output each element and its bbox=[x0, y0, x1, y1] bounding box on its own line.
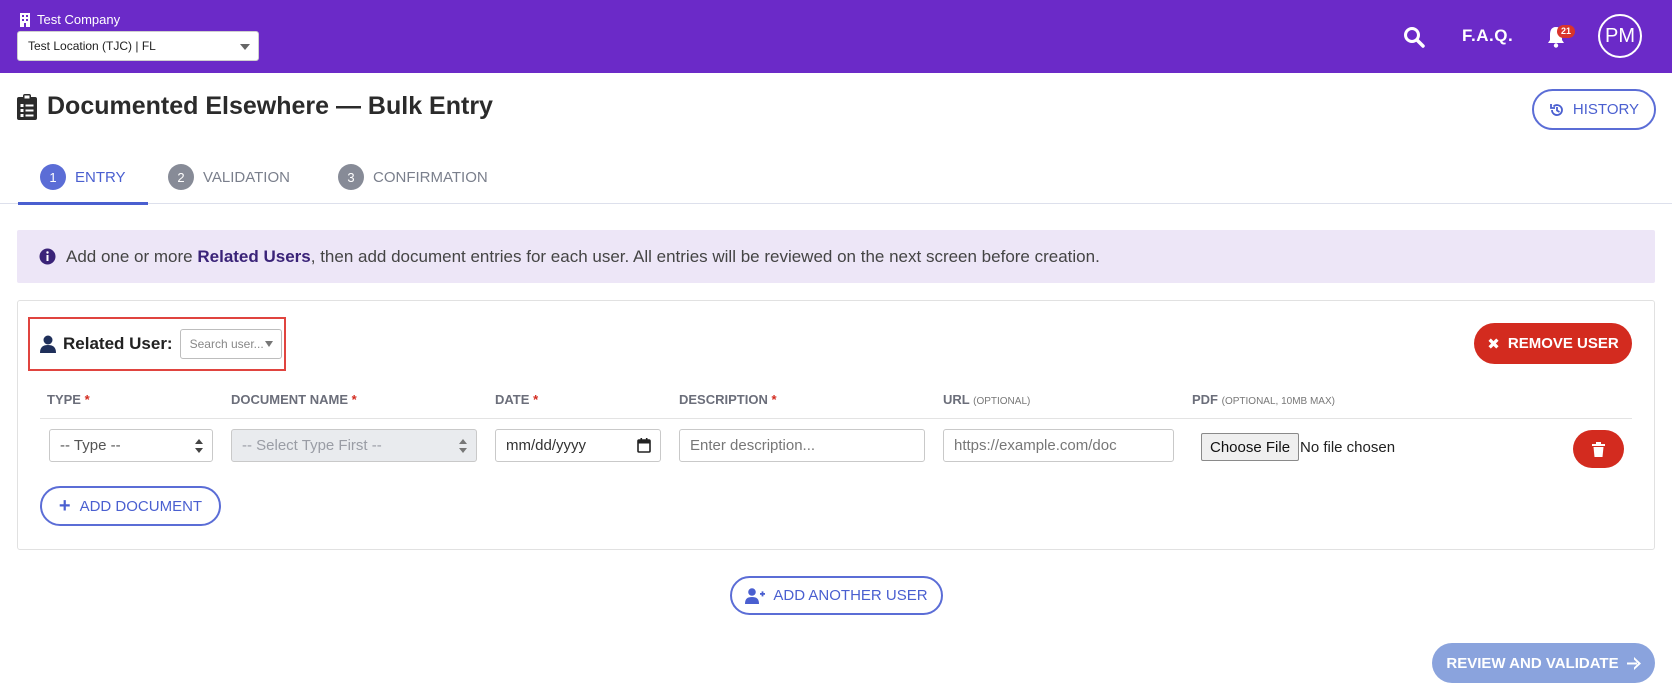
plus-icon: + bbox=[58, 495, 71, 517]
chevron-down-icon bbox=[240, 44, 250, 50]
related-user-select[interactable]: Search user... bbox=[179, 329, 282, 359]
optional-note: (OPTIONAL, 10MB MAX) bbox=[1221, 396, 1335, 407]
info-suffix: , then add document entries for each use… bbox=[310, 246, 1100, 266]
add-document-button[interactable]: + ADD DOCUMENT bbox=[40, 486, 221, 526]
column-header-url: URL (OPTIONAL) bbox=[943, 392, 1030, 407]
file-status: No file chosen bbox=[1300, 439, 1396, 456]
type-select[interactable]: -- Type -- bbox=[49, 429, 213, 462]
company-name: Test Company bbox=[19, 12, 120, 27]
add-another-user-label: ADD ANOTHER USER bbox=[773, 587, 928, 604]
column-title: URL bbox=[943, 392, 970, 407]
sort-arrows-icon bbox=[459, 439, 467, 453]
column-title: DESCRIPTION bbox=[679, 392, 768, 407]
delete-row-button[interactable] bbox=[1573, 430, 1624, 468]
choose-file-button[interactable]: Choose File bbox=[1201, 433, 1300, 461]
column-header-type: TYPE * bbox=[47, 392, 90, 407]
info-circle-icon bbox=[39, 248, 56, 265]
info-prefix: Add one or more bbox=[66, 246, 198, 266]
notification-badge: 21 bbox=[1557, 25, 1576, 38]
column-header-pdf: PDF (OPTIONAL, 10MB MAX) bbox=[1192, 392, 1335, 407]
url-placeholder: https://example.com/doc bbox=[954, 437, 1117, 454]
column-header-description: DESCRIPTION * bbox=[679, 392, 777, 407]
avatar[interactable]: PM bbox=[1598, 14, 1642, 58]
date-placeholder: mm/dd/yyyy bbox=[506, 437, 587, 454]
document-name-select[interactable]: -- Select Type First -- bbox=[231, 429, 477, 462]
tab-confirmation[interactable]: 3 CONFIRMATION bbox=[338, 150, 488, 204]
add-another-user-button[interactable]: ADD ANOTHER USER bbox=[730, 576, 943, 615]
step-number: 2 bbox=[168, 164, 194, 190]
document-name-select-value: -- Select Type First -- bbox=[242, 437, 382, 454]
column-header-date: DATE * bbox=[495, 392, 538, 407]
building-icon bbox=[20, 12, 30, 27]
trash-icon bbox=[1592, 441, 1605, 457]
description-placeholder: Enter description... bbox=[690, 437, 816, 454]
step-number: 1 bbox=[40, 164, 66, 190]
column-title: DATE bbox=[495, 392, 530, 407]
history-button[interactable]: HISTORY bbox=[1532, 89, 1656, 130]
clipboard-list-icon bbox=[17, 93, 37, 120]
tab-label: ENTRY bbox=[75, 168, 126, 186]
faq-link[interactable]: F.A.Q. bbox=[1462, 26, 1513, 46]
sort-arrows-icon bbox=[195, 439, 203, 453]
column-title: PDF bbox=[1192, 392, 1218, 407]
arrow-right-icon bbox=[1626, 656, 1641, 670]
chevron-down-icon bbox=[264, 341, 273, 347]
user-select-placeholder: Search user... bbox=[189, 337, 264, 351]
page-title-text: Documented Elsewhere — Bulk Entry bbox=[47, 92, 493, 120]
info-alert: Add one or more Related Users, then add … bbox=[17, 230, 1655, 283]
description-input[interactable]: Enter description... bbox=[679, 429, 925, 462]
required-mark: * bbox=[771, 392, 777, 407]
top-navbar: Test Company Test Location (TJC) | FL F.… bbox=[0, 0, 1672, 73]
close-icon: ✖ bbox=[1487, 335, 1500, 353]
required-mark: * bbox=[533, 392, 539, 407]
column-header-document-name: DOCUMENT NAME * bbox=[231, 392, 357, 407]
history-icon bbox=[1550, 103, 1563, 116]
info-text: Add one or more Related Users, then add … bbox=[66, 247, 1100, 267]
review-label: REVIEW AND VALIDATE bbox=[1446, 654, 1619, 672]
step-number: 3 bbox=[338, 164, 364, 190]
company-label: Test Company bbox=[37, 12, 121, 27]
url-input[interactable]: https://example.com/doc bbox=[943, 429, 1174, 462]
calendar-icon[interactable] bbox=[637, 438, 651, 453]
date-input[interactable]: mm/dd/yyyy bbox=[495, 429, 661, 462]
remove-user-button[interactable]: ✖ REMOVE USER bbox=[1474, 323, 1632, 364]
type-select-value: -- Type -- bbox=[60, 437, 121, 454]
remove-user-label: REMOVE USER bbox=[1507, 335, 1619, 352]
location-select-value: Test Location (TJC) | FL bbox=[28, 39, 156, 53]
user-plus-icon bbox=[745, 587, 766, 604]
column-title: DOCUMENT NAME bbox=[231, 392, 348, 407]
stepper-tabs: 1 ENTRY 2 VALIDATION 3 CONFIRMATION bbox=[0, 150, 1672, 205]
required-mark: * bbox=[84, 392, 90, 407]
optional-note: (OPTIONAL) bbox=[973, 396, 1031, 407]
page-title: Documented Elsewhere — Bulk Entry bbox=[17, 92, 493, 121]
user-icon bbox=[40, 335, 56, 353]
tab-label: VALIDATION bbox=[203, 168, 290, 186]
search-icon[interactable] bbox=[1403, 26, 1425, 48]
history-label: HISTORY bbox=[1572, 101, 1640, 118]
required-mark: * bbox=[351, 392, 357, 407]
location-select[interactable]: Test Location (TJC) | FL bbox=[17, 31, 259, 61]
add-document-label: ADD DOCUMENT bbox=[79, 497, 203, 515]
tab-entry[interactable]: 1 ENTRY bbox=[18, 150, 148, 205]
info-bold: Related Users bbox=[197, 246, 311, 266]
column-title: TYPE bbox=[47, 392, 81, 407]
divider bbox=[40, 418, 1632, 419]
related-user-group: Related User: Search user... bbox=[28, 317, 286, 371]
tab-label: CONFIRMATION bbox=[373, 168, 488, 186]
related-user-label: Related User: bbox=[63, 334, 173, 353]
tab-validation[interactable]: 2 VALIDATION bbox=[168, 150, 290, 204]
review-and-validate-button[interactable]: REVIEW AND VALIDATE bbox=[1432, 643, 1655, 683]
